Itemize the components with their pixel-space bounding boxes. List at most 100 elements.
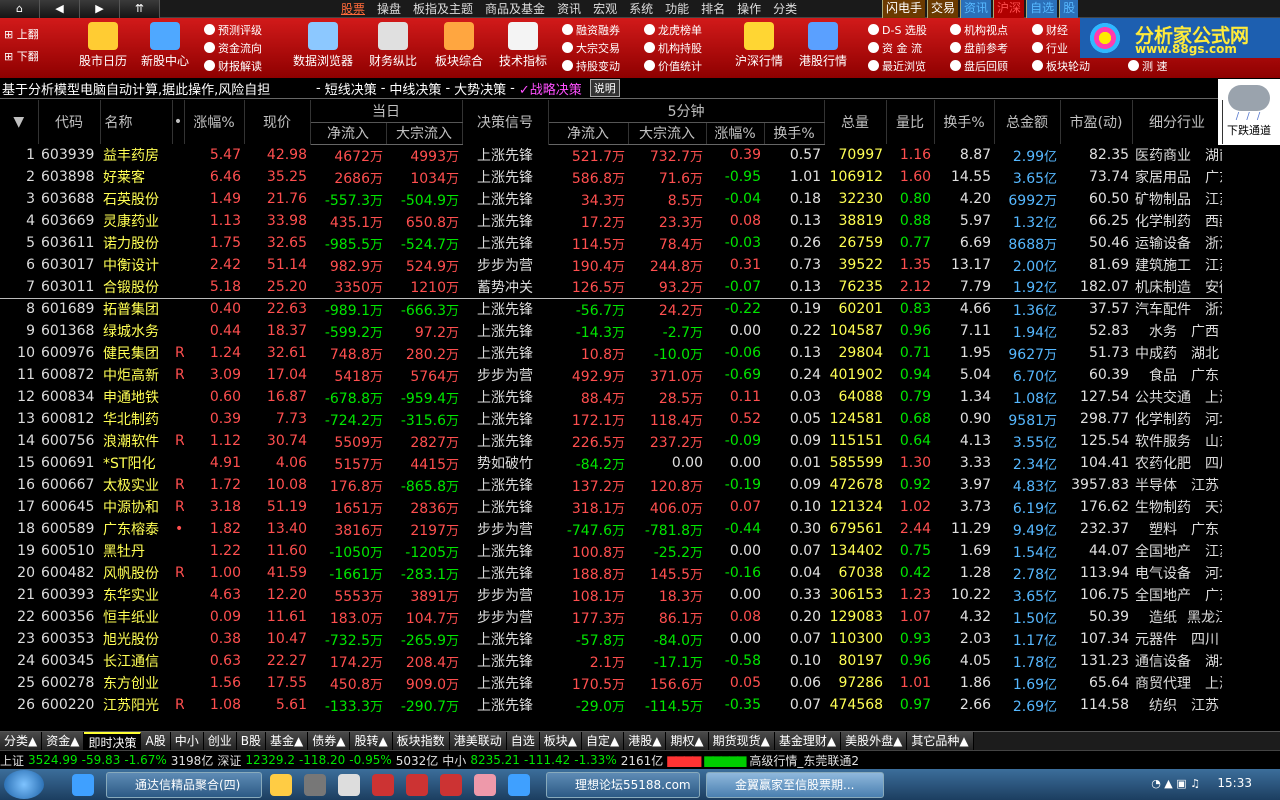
col-name[interactable]: 名称 (100, 100, 173, 144)
col-vol-ratio[interactable]: 量比 (886, 100, 935, 144)
table-row[interactable]: 2 603898 好莱客 6.46 35.25 2686万 1034万 上涨先锋 586.8万 7… (0, 166, 1222, 188)
sort-toggle[interactable]: ▼ (0, 100, 39, 144)
short-term-link[interactable]: 短线决策 (325, 79, 377, 98)
category-tab[interactable]: B股 (236, 732, 266, 750)
page-down-button[interactable]: ⊞ 下翻 (4, 46, 72, 68)
col-m-block-in[interactable]: 大宗流入 (628, 122, 707, 145)
table-row[interactable]: 23 600353 旭光股份 0.38 10.47 -732.5万 -265.9万 上涨先锋 -… (0, 628, 1222, 650)
app5-icon[interactable] (440, 774, 462, 796)
table-row[interactable]: 16 600667 太极实业 R 1.72 10.08 176.8万 -865.8万 上涨先锋 1… (0, 474, 1222, 496)
table-row[interactable]: 7 603011 合锻股份 5.18 25.20 3350万 1210万 蓄势冲关 126.5万… (0, 276, 1223, 299)
menu-item[interactable]: 分类 (767, 0, 803, 18)
col-m-change[interactable]: 涨幅% (706, 122, 765, 145)
page-up-button[interactable]: ⊞ 上翻 (4, 24, 72, 46)
speed-test-link[interactable]: 测 速 (1128, 58, 1168, 76)
table-row[interactable]: 20 600482 风帆股份 R 1.00 41.59 -1661万 -283.1万 上涨先锋 1… (0, 562, 1222, 584)
app4-icon[interactable] (406, 774, 428, 796)
market-trend-link[interactable]: 大势决策 (454, 79, 506, 98)
table-row[interactable]: 14 600756 浪潮软件 R 1.12 30.74 5509万 2827万 上涨先锋 226.… (0, 430, 1222, 452)
taskbar-window-forum[interactable]: 理想论坛55188.com (546, 772, 700, 798)
server-name[interactable]: 高级行情_东莞联通2 (749, 752, 859, 769)
recent-browse-link[interactable]: 最近浏览 (868, 58, 927, 76)
quick-tab-news[interactable]: 资讯 (960, 0, 992, 18)
finance-link[interactable]: 财经 (1032, 22, 1068, 40)
table-row[interactable]: 10 600976 健民集团 R 1.24 32.61 748.8万 280.2万 上涨先锋 10… (0, 342, 1222, 364)
inst-view-link[interactable]: 机构视点 (950, 22, 1008, 40)
category-tab[interactable]: 板块指数 (392, 732, 450, 750)
category-tab[interactable]: A股 (141, 732, 171, 750)
category-tab[interactable]: 创业 (203, 732, 237, 750)
mid-term-link[interactable]: 中线决策 (389, 79, 441, 98)
holding-change-link[interactable]: 持股变动 (562, 58, 620, 76)
ipo-center-button[interactable]: 新股中心 (134, 20, 196, 76)
capital-flow-link[interactable]: 资 金 流 (868, 40, 927, 58)
forecast-rating-link[interactable]: 预测评级 (204, 22, 262, 40)
category-tab[interactable]: 其它品种▲ (907, 732, 974, 750)
quick-tab-shsz[interactable]: 沪深 (993, 0, 1025, 18)
quick-tab-flash[interactable]: 闪电手 (882, 0, 926, 18)
ds-screener-link[interactable]: D-S 选股 (868, 22, 927, 40)
strategic-link[interactable]: ✓战略决策 (519, 79, 582, 98)
fund-flow-link[interactable]: 资金流向 (204, 40, 262, 58)
category-tab[interactable]: 自定▲ (581, 732, 625, 750)
app7-icon[interactable] (508, 774, 530, 796)
premarket-link[interactable]: 盘前参考 (950, 40, 1008, 58)
col-change[interactable]: 涨幅% (184, 100, 245, 144)
postmarket-link[interactable]: 盘后回顾 (950, 58, 1008, 76)
menu-item[interactable]: 板指及主题 (407, 0, 479, 18)
col-industry[interactable]: 细分行业 (1132, 100, 1223, 144)
dragon-tiger-link[interactable]: 龙虎榜单 (644, 22, 702, 40)
col-block-in[interactable]: 大宗流入 (386, 122, 463, 145)
col-turnover[interactable]: 换手% (934, 100, 995, 144)
app2-icon[interactable] (338, 774, 360, 796)
table-row[interactable]: 25 600278 东方创业 1.56 17.55 450.8万 909.0万 上涨先锋 170… (0, 672, 1222, 694)
block-trade-link[interactable]: 大宗交易 (562, 40, 620, 58)
inst-holding-link[interactable]: 机构持股 (644, 40, 702, 58)
industry-link[interactable]: 行业 (1032, 40, 1068, 58)
back-button[interactable]: ◀ (40, 0, 80, 18)
folder-icon[interactable] (270, 774, 292, 796)
report-analysis-link[interactable]: 财报解读 (204, 58, 262, 76)
table-row[interactable]: 4 603669 灵康药业 1.13 33.98 435.1万 650.8万 上涨先锋 17.2… (0, 210, 1222, 232)
quick-tab-stock[interactable]: 股 (1059, 0, 1079, 18)
category-tab[interactable]: 期货现货▲ (708, 732, 775, 750)
value-stats-link[interactable]: 价值统计 (644, 58, 702, 76)
table-row[interactable]: 22 600356 恒丰纸业 0.09 11.61 183.0万 104.7万 步步为营 177… (0, 606, 1222, 628)
category-tab[interactable]: 中小 (170, 732, 204, 750)
category-tab[interactable]: 即时决策 (84, 732, 142, 750)
taskbar-clock[interactable]: 15:33 (1217, 776, 1252, 790)
finance-compare-button[interactable]: 财务纵比 (362, 20, 424, 76)
menu-item[interactable]: 排名 (695, 0, 731, 18)
quick-tab-trade[interactable]: 交易 (927, 0, 959, 18)
table-row[interactable]: 17 600645 中源协和 R 3.18 51.19 1651万 2836万 上涨先锋 318.… (0, 496, 1222, 518)
menu-item[interactable]: 股票 (335, 0, 371, 18)
table-row[interactable]: 12 600834 申通地铁 0.60 16.87 -678.8万 -959.4万 上涨先锋 8… (0, 386, 1222, 408)
col-m-turnover[interactable]: 换手% (764, 122, 825, 145)
category-tab[interactable]: 美股外盘▲ (841, 732, 908, 750)
col-amount[interactable]: 总金额 (994, 100, 1061, 144)
shsz-quotes-button[interactable]: 沪深行情 (728, 20, 790, 76)
table-row[interactable]: 21 600393 东华实业 4.63 12.20 5553万 3891万 步步为营 108.1… (0, 584, 1222, 606)
table-row[interactable]: 26 600220 江苏阳光 R 1.08 5.61 -133.3万 -290.7万 上涨先锋 -… (0, 694, 1222, 716)
category-tab[interactable]: 分类▲ (0, 732, 43, 750)
ie-icon[interactable] (72, 774, 94, 796)
category-tab[interactable]: 港股▲ (624, 732, 667, 750)
table-row[interactable]: 3 603688 石英股份 1.49 21.76 -557.3万 -504.9万 上涨先锋 34… (0, 188, 1222, 210)
col-code[interactable]: 代码 (38, 100, 101, 144)
category-tab[interactable]: 基金理财▲ (774, 732, 842, 750)
sector-overview-button[interactable]: 板块综合 (428, 20, 490, 76)
sector-rotation-link[interactable]: 板块轮动 (1032, 58, 1090, 76)
table-row[interactable]: 19 600510 黑牡丹 1.22 11.60 -1050万 -1205万 上涨先锋 100.… (0, 540, 1222, 562)
table-row[interactable]: 24 600345 长江通信 0.63 22.27 174.2万 208.4万 上涨先锋 2.1… (0, 650, 1222, 672)
table-row[interactable]: 9 601368 绿城水务 0.44 18.37 -599.2万 97.2万 上涨先锋 -14.… (0, 320, 1222, 342)
hk-quotes-button[interactable]: 港股行情 (792, 20, 854, 76)
menu-item[interactable]: 资讯 (551, 0, 587, 18)
collapse-button[interactable]: ⇈ (120, 0, 160, 18)
category-tab[interactable]: 板块▲ (539, 732, 582, 750)
app-icon[interactable] (304, 774, 326, 796)
table-row[interactable]: 6 603017 中衡设计 2.42 51.14 982.9万 524.9万 步步为营 190.… (0, 254, 1222, 276)
category-tab[interactable]: 港美联动 (449, 732, 507, 750)
menu-item[interactable]: 操盘 (371, 0, 407, 18)
table-row[interactable]: 8 601689 拓普集团 0.40 22.63 -989.1万 -666.3万 上涨先锋 -5… (0, 298, 1222, 320)
calendar-button[interactable]: 股市日历 (72, 20, 134, 76)
